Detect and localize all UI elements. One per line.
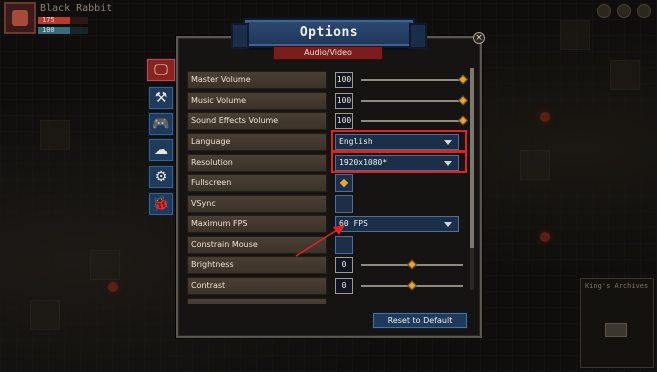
arrow-head [333, 225, 345, 235]
scrollbar-thumb[interactable] [470, 68, 474, 248]
annotation-arrow [295, 225, 345, 257]
arrow-shaft [295, 227, 341, 257]
reset-to-default-button[interactable]: Reset to Default [372, 312, 468, 329]
options-scrollbar[interactable] [470, 68, 474, 290]
